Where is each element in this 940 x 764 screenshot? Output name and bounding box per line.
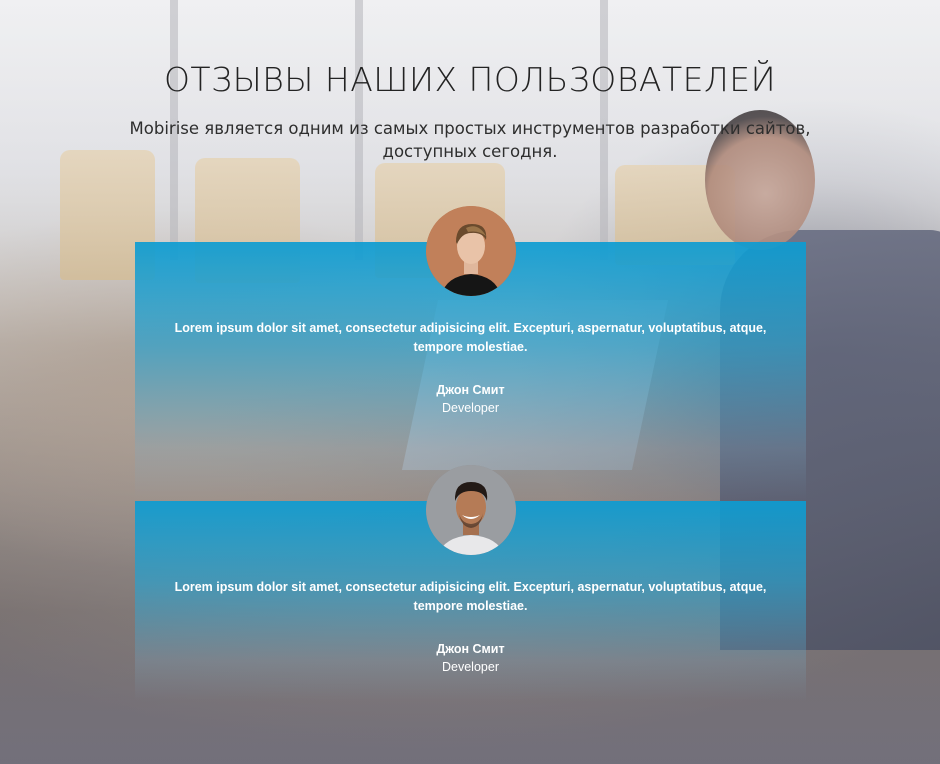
section-header: ОТЗЫВЫ НАШИХ ПОЛЬЗОВАТЕЛЕЙ Mobirise явля… xyxy=(0,60,940,163)
testimonial-quote: Lorem ipsum dolor sit amet, consectetur … xyxy=(174,580,767,613)
testimonial-author-role: Developer xyxy=(442,660,499,674)
testimonial-author-role: Developer xyxy=(442,401,499,415)
section-title: ОТЗЫВЫ НАШИХ ПОЛЬЗОВАТЕЛЕЙ xyxy=(163,60,777,99)
person-avatar-icon xyxy=(426,206,516,296)
testimonial-quote: Lorem ipsum dolor sit amet, consectetur … xyxy=(174,321,767,354)
section-subtitle: Mobirise является одним из самых простых… xyxy=(129,119,811,161)
testimonial-author-name: Джон Смит xyxy=(436,383,505,397)
testimonial-author-name: Джон Смит xyxy=(436,642,505,656)
person-avatar-icon xyxy=(426,465,516,555)
